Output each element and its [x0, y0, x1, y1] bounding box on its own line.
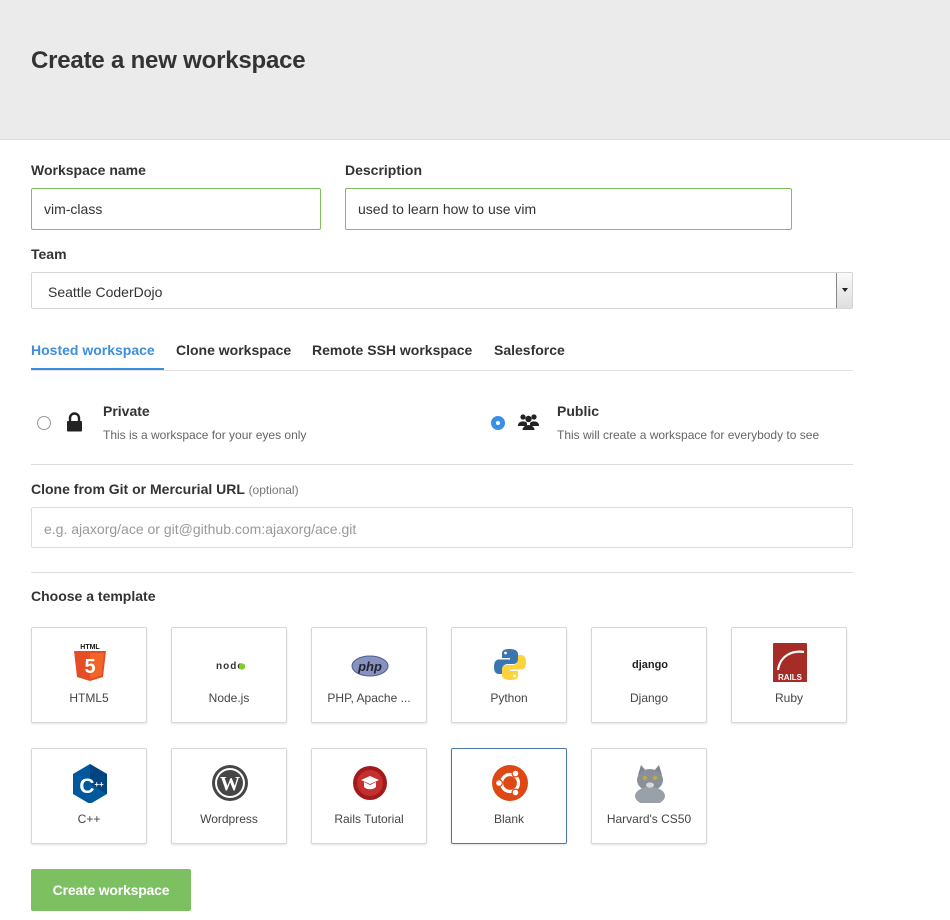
template-name: Wordpress: [200, 812, 258, 826]
svg-text:django: django: [632, 659, 668, 671]
svg-text:HTML: HTML: [80, 644, 100, 651]
svg-text:W: W: [220, 773, 240, 795]
page-title: Create a new workspace: [31, 47, 306, 74]
team-select[interactable]: Seattle CoderDojo: [31, 272, 853, 309]
template-name: Ruby: [774, 691, 803, 705]
tab-hosted-workspace[interactable]: Hosted workspace: [31, 342, 155, 358]
template-name: Django: [629, 691, 669, 705]
template-python[interactable]: Python: [451, 627, 567, 723]
tab-remote-ssh-workspace[interactable]: Remote SSH workspace: [312, 342, 472, 358]
template-django[interactable]: django Django: [591, 627, 707, 723]
template-ruby[interactable]: RAILS Ruby: [731, 627, 847, 723]
optional-hint: (optional): [248, 483, 299, 497]
description-label: Description: [345, 162, 423, 178]
team-label: Team: [31, 246, 67, 262]
template-name: C++: [77, 812, 101, 826]
template-blank[interactable]: Blank: [451, 748, 567, 844]
divider: [31, 572, 853, 573]
description-input[interactable]: used to learn how to use vim: [345, 188, 792, 230]
rails-icon: RAILS: [773, 643, 807, 682]
template-name: Python: [490, 691, 528, 705]
template-name: Rails Tutorial: [334, 812, 404, 826]
private-title: Private: [103, 403, 150, 419]
template-name: Node.js: [208, 691, 250, 705]
php-icon: php: [351, 655, 389, 677]
template-wordpress[interactable]: W Wordpress: [171, 748, 287, 844]
svg-text:5: 5: [84, 656, 95, 678]
active-tab-indicator: [31, 368, 164, 370]
django-icon: django: [632, 659, 668, 671]
workspace-name-input[interactable]: vim-class: [31, 188, 321, 230]
rails-tutorial-icon: [353, 766, 387, 800]
nodejs-icon: node: [216, 661, 245, 672]
workspace-name-label: Workspace name: [31, 162, 146, 178]
users-icon: [518, 414, 539, 430]
private-radio[interactable]: [37, 416, 51, 430]
svg-text:RAILS: RAILS: [778, 673, 803, 682]
template-name: HTML5: [69, 691, 109, 705]
tab-clone-workspace[interactable]: Clone workspace: [176, 342, 291, 358]
lock-icon: [67, 412, 82, 432]
template-name: Harvard's CS50: [606, 812, 692, 826]
template-cpp[interactable]: C ++ C++: [31, 748, 147, 844]
template-html5[interactable]: HTML 5 HTML5: [31, 627, 147, 723]
template-name: PHP, Apache ...: [327, 691, 411, 705]
svg-text:++: ++: [94, 780, 104, 789]
clone-url-label-text: Clone from Git or Mercurial URL: [31, 481, 245, 497]
clone-url-label: Clone from Git or Mercurial URL (optiona…: [31, 481, 299, 497]
template-harvard-cs50[interactable]: Harvard's CS50: [591, 748, 707, 844]
public-title: Public: [557, 403, 600, 419]
cpp-icon: C ++: [73, 764, 107, 803]
page-header: Create a new workspace: [0, 0, 950, 140]
template-rails-tutorial[interactable]: Rails Tutorial: [311, 748, 427, 844]
template-nodejs[interactable]: node Node.js: [171, 627, 287, 723]
svg-text:C: C: [79, 775, 94, 798]
team-select-value: Seattle CoderDojo: [48, 284, 163, 300]
public-description: This will create a workspace for everybo…: [557, 428, 820, 442]
clone-url-input[interactable]: e.g. ajaxorg/ace or git@github.com:ajaxo…: [31, 507, 853, 548]
ubuntu-icon: [492, 765, 528, 801]
tab-salesforce[interactable]: Salesforce: [494, 342, 565, 358]
template-name: Blank: [493, 812, 525, 826]
workspace-type-tabs: Hosted workspace Clone workspace Remote …: [31, 333, 853, 371]
create-workspace-button[interactable]: Create workspace: [31, 869, 191, 911]
cat-icon: [635, 765, 665, 803]
svg-text:php: php: [357, 659, 382, 674]
template-php-apache[interactable]: php PHP, Apache ...: [311, 627, 427, 723]
public-radio[interactable]: [491, 416, 505, 430]
choose-template-label: Choose a template: [31, 588, 156, 604]
clone-url-placeholder: e.g. ajaxorg/ace or git@github.com:ajaxo…: [44, 521, 357, 537]
wordpress-icon: W: [212, 765, 248, 801]
html5-icon: HTML 5: [74, 644, 106, 681]
python-icon: [494, 649, 526, 680]
private-description: This is a workspace for your eyes only: [103, 428, 307, 442]
chevron-down-icon[interactable]: [836, 273, 852, 308]
divider: [31, 464, 853, 465]
